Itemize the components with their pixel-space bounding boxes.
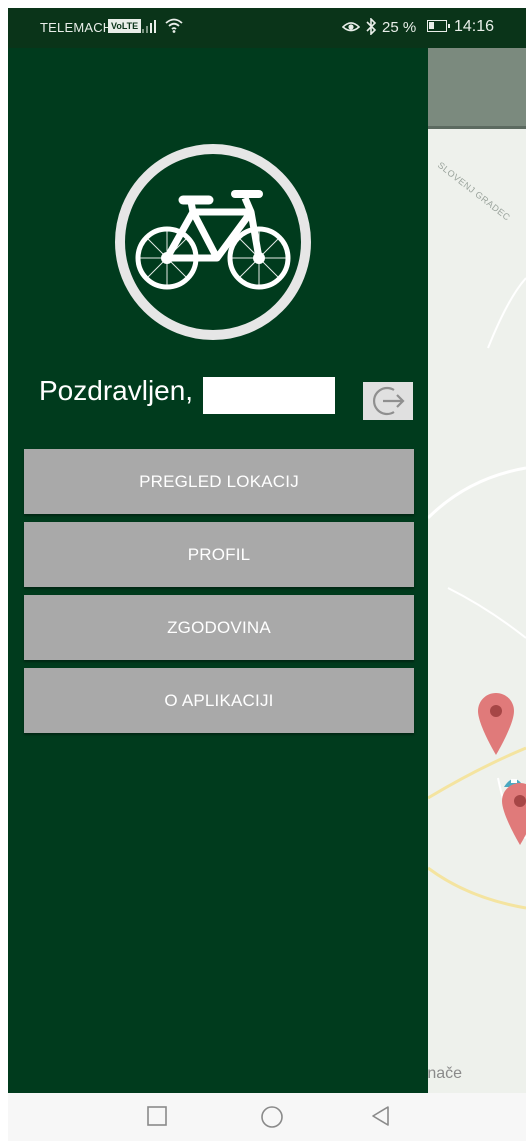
menu-pregled-lokacij-button[interactable]: PREGLED LOKACIJ [24,449,414,514]
username-redacted [203,377,335,414]
clock: 14:16 [454,18,495,35]
battery-percent: 25 % [382,19,417,36]
logout-button[interactable] [363,382,413,420]
carrier-name: TELEMACH [40,20,113,35]
greeting-text: Pozdravljen, [39,375,194,406]
volte-badge: VoLTE [108,19,142,33]
bluetooth-icon [364,17,378,38]
menu-o-aplikaciji-button[interactable]: O APLIKACIJI [24,668,414,733]
battery-icon [427,20,450,32]
logout-icon [373,386,405,416]
back-icon[interactable] [370,1105,392,1132]
bicycle-icon [113,142,313,342]
location-pin-icon[interactable] [502,783,526,850]
map-place-label-bottom: rnače [422,1065,463,1082]
signal-icon [141,18,159,37]
map-view[interactable]: SLOVENJ GRADEC rnače [422,48,526,1093]
home-icon[interactable] [260,1105,284,1134]
menu-zgodovina-button[interactable]: ZGODOVINA [24,595,414,660]
status-bar: TELEMACH VoLTE 25 % 14:16 [8,8,526,48]
menu-profil-button[interactable]: PROFIL [24,522,414,587]
wifi-icon [164,16,184,37]
eye-icon [341,18,361,37]
map-roads [428,277,526,910]
location-pin-icon[interactable] [478,693,514,760]
navigation-drawer: Pozdravljen, PREGLED LOKACIJ PROFIL ZGOD… [8,48,428,1093]
system-nav-bar [8,1093,526,1141]
phone-screen: TELEMACH VoLTE 25 % 14:16 SLOVENJ GRADEC… [8,8,526,1141]
recent-apps-icon[interactable] [146,1105,168,1132]
